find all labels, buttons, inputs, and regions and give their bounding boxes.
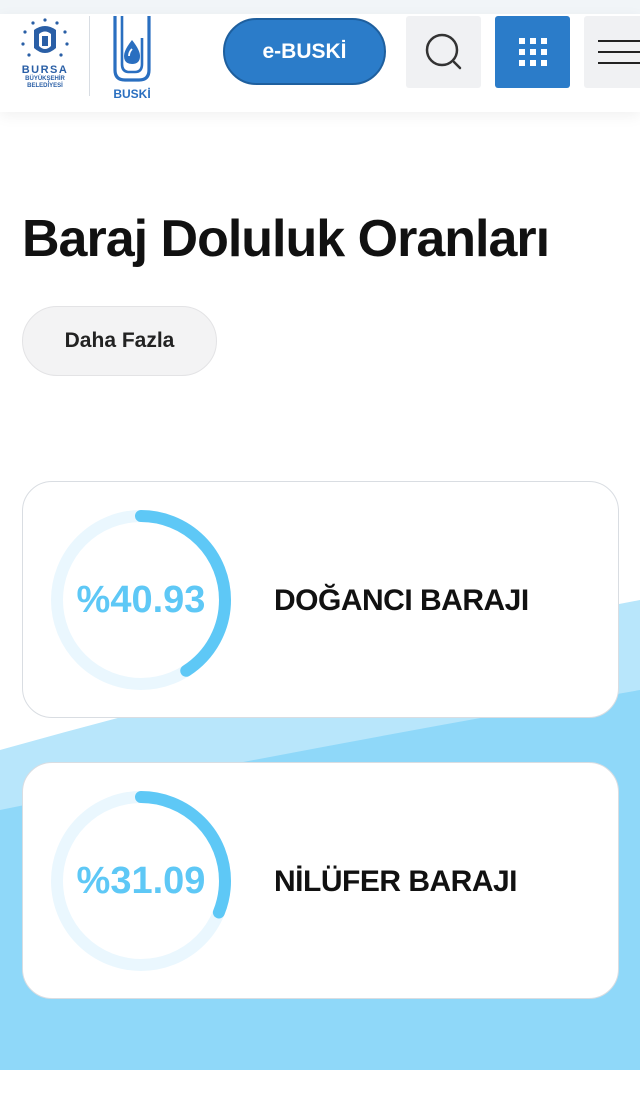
hamburger-menu-icon-line bbox=[598, 62, 640, 64]
buski-drop-icon bbox=[113, 16, 151, 82]
page-title: Baraj Doluluk Oranları bbox=[22, 210, 550, 268]
site-header: BURSA BÜYÜKŞEHİR BELEDİYESİ BUSKİ e-BUSK… bbox=[0, 14, 640, 112]
buski-logo[interactable]: BUSKİ bbox=[106, 14, 158, 101]
logo-divider bbox=[89, 16, 90, 96]
search-button[interactable] bbox=[406, 16, 481, 88]
top-strip bbox=[0, 0, 640, 14]
bursa-logo-subtext: BÜYÜKŞEHİR bbox=[25, 76, 65, 82]
bursa-emblem-icon bbox=[21, 18, 69, 57]
dam-name: DOĞANCI BARAJI bbox=[274, 583, 529, 617]
hamburger-menu-icon bbox=[598, 40, 640, 42]
bursa-logo[interactable]: BURSA BÜYÜKŞEHİR BELEDİYESİ bbox=[14, 16, 76, 100]
dam-fill-percent: %40.93 bbox=[76, 578, 206, 621]
hamburger-menu-button[interactable] bbox=[584, 16, 640, 88]
search-icon bbox=[425, 33, 461, 70]
more-button[interactable]: Daha Fazla bbox=[22, 306, 217, 376]
grid-icon bbox=[518, 38, 547, 66]
dam-fill-percent: %31.09 bbox=[76, 859, 206, 902]
ebuski-button[interactable]: e-BUSKİ bbox=[223, 18, 386, 85]
apps-button[interactable] bbox=[495, 16, 570, 88]
bursa-logo-subtext-2: BELEDİYESİ bbox=[27, 83, 63, 89]
dam-name: NİLÜFER BARAJI bbox=[274, 864, 518, 898]
dam-card[interactable]: %40.93 DOĞANCI BARAJI bbox=[22, 481, 619, 718]
hamburger-menu-icon-line bbox=[598, 51, 640, 53]
dam-card[interactable]: %31.09 NİLÜFER BARAJI bbox=[22, 762, 619, 999]
buski-logo-text: BUSKİ bbox=[113, 87, 151, 101]
bursa-logo-text: BURSA bbox=[21, 64, 69, 76]
